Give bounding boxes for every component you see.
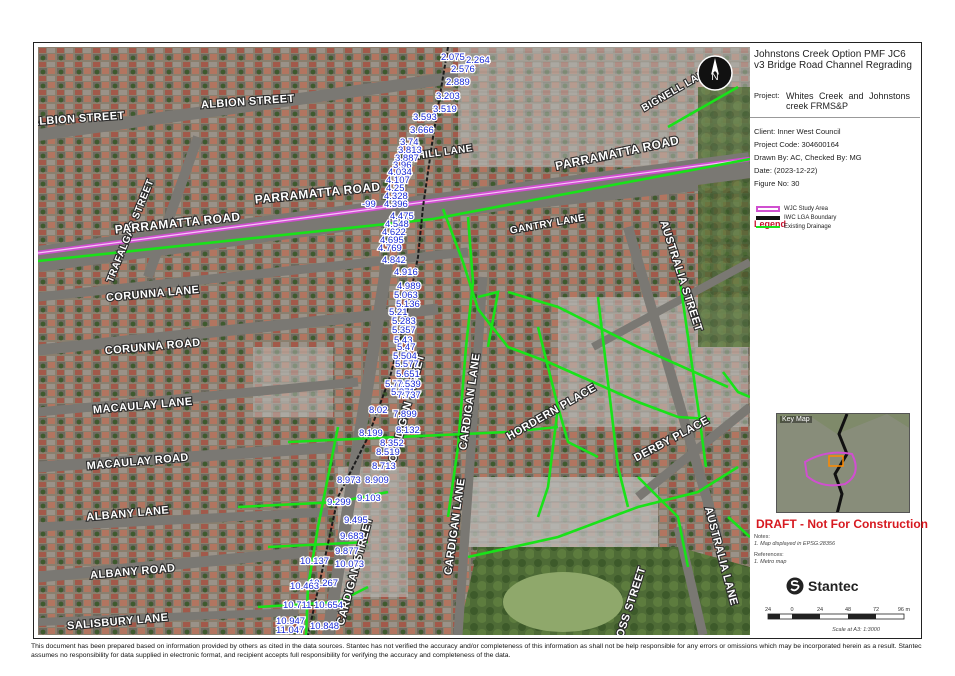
legend-panel: Johnstons Creek Option PMF JC6 v3 Bridge…: [750, 47, 928, 635]
water-level-label: 10.073: [335, 559, 364, 570]
lga-boundary-swatch: [756, 216, 780, 220]
water-level-label: 9.683: [340, 531, 364, 542]
references-label: References:: [754, 552, 784, 558]
water-level-label: 8.909: [365, 475, 389, 486]
legend-item-label: Existing Drainage: [784, 224, 832, 230]
water-level-label: 10.654: [314, 600, 343, 611]
notes-label: Notes:: [754, 534, 770, 540]
water-level-label: 4.396: [384, 199, 408, 210]
scale-tick-label: 24: [765, 607, 771, 613]
water-level-label: 3.203: [436, 91, 460, 102]
stantec-logo-icon: [786, 577, 804, 595]
key-map-label: Key Map: [780, 416, 812, 423]
water-level-label: -99: [362, 199, 376, 210]
stantec-logo: Stantec: [786, 577, 859, 595]
drawn-by: Drawn By: AC, Checked By: MG: [754, 153, 862, 162]
water-level-label: 7.737: [397, 390, 421, 401]
scale-label: Scale at A3: 1:3000: [832, 627, 881, 633]
project-code: Project Code: 304600164: [754, 140, 840, 149]
scale-tick-label: 96 m: [898, 607, 911, 613]
date: Date: (2023-12-22): [754, 166, 818, 175]
scale-bar: 24 0 24 48 72 96 m Scale at A3: 1:3000: [764, 605, 914, 633]
legend-item-lga-boundary: IWC LGA Boundary: [756, 214, 836, 222]
project-value: Whites Creek and Johnstons creek FRMS&P: [786, 91, 910, 111]
references-text: 1. Metro map: [754, 559, 787, 565]
water-level-label: 10.137: [300, 556, 329, 567]
water-level-label: 3.666: [410, 125, 434, 136]
figure-number: Figure No: 30: [754, 179, 800, 188]
water-level-label: 3.593: [413, 112, 437, 123]
legend-item-label: IWC LGA Boundary: [784, 215, 837, 221]
study-area-swatch: [756, 206, 780, 212]
water-level-label: 7.539: [397, 379, 421, 390]
scale-tick-label: 48: [845, 607, 851, 613]
water-level-label: 8.519: [376, 447, 400, 458]
disclaimer: This document has been prepared based on…: [31, 643, 922, 659]
water-level-label: 9.299: [327, 497, 351, 508]
water-level-label: 2.075: [441, 52, 465, 63]
water-level-label: 9.877: [335, 546, 359, 557]
water-level-label: 11.047: [276, 625, 304, 635]
water-level-label: 8.132: [396, 425, 420, 436]
scale-tick-label: 24: [817, 607, 823, 613]
key-map[interactable]: Key Map: [776, 413, 910, 513]
aerial-map[interactable]: ALBION STREET ALBION STREET TRAFALGAR STRE…: [38, 47, 750, 635]
draft-stamp: DRAFT - Not For Construction: [756, 517, 928, 531]
north-arrow-letter: N: [711, 72, 718, 83]
scale-tick-label: 0: [790, 607, 793, 613]
water-level-label: 8.713: [372, 461, 396, 472]
map-title: Johnstons Creek Option PMF JC6 v3 Bridge…: [754, 49, 912, 71]
water-level-label: 2.889: [446, 77, 470, 88]
divider: [750, 117, 920, 118]
drainage-swatch: [756, 226, 780, 228]
project-label: Project:: [754, 91, 780, 100]
water-level-label: 4.842: [382, 255, 406, 266]
water-level-label: 10.463: [290, 581, 319, 592]
scale-tick-label: 72: [873, 607, 879, 613]
water-level-label: 10.848: [310, 621, 339, 632]
water-level-label: 8.973: [337, 475, 361, 486]
north-arrow[interactable]: N: [697, 55, 733, 91]
water-level-label: 9.495: [344, 515, 368, 526]
legend-item-drainage: Existing Drainage: [756, 223, 831, 231]
legend-item-study-area: WJC Study Area: [756, 205, 828, 213]
legend-item-label: WJC Study Area: [784, 206, 829, 212]
water-level-label: 10.711: [283, 600, 311, 611]
water-level-label: 7.899: [393, 409, 417, 420]
water-level-label: 4.769: [378, 243, 402, 254]
water-level-label: 2.576: [451, 64, 475, 75]
water-level-label: 8.02: [369, 405, 388, 416]
notes-text: 1. Map displayed in EPSG:28356: [754, 541, 836, 547]
water-level-label: 9.103: [357, 493, 381, 504]
client: Client: Inner West Council: [754, 127, 841, 136]
water-level-label: 4.916: [394, 267, 418, 278]
stantec-logo-text: Stantec: [808, 578, 859, 594]
